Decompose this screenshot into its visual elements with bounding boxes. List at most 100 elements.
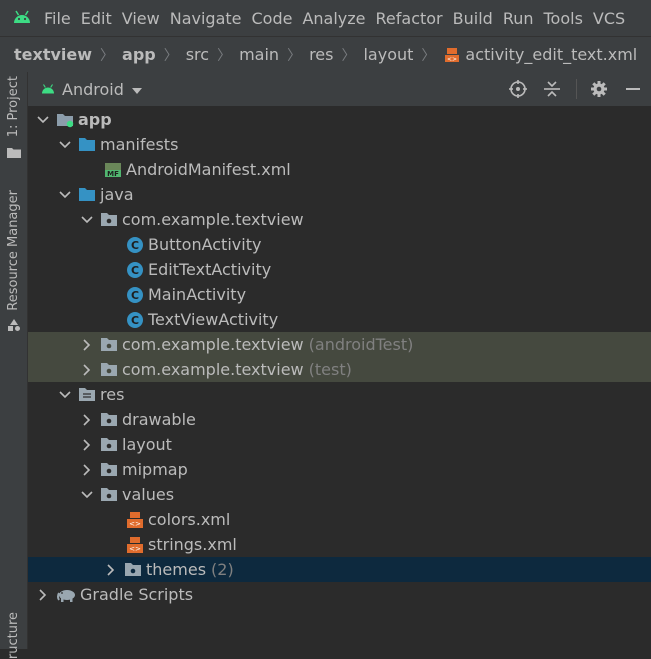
chevron-right-icon[interactable] xyxy=(104,563,118,577)
chevron-right-icon[interactable] xyxy=(80,463,94,477)
breadcrumb-project[interactable]: textview xyxy=(14,45,92,64)
svg-text:<>: <> xyxy=(129,520,141,528)
xml-file-icon: <> xyxy=(126,511,144,529)
tree-node-package-main[interactable]: com.example.textview xyxy=(28,207,651,232)
chevron-down-icon[interactable] xyxy=(58,138,72,152)
tree-node-drawable[interactable]: drawable xyxy=(28,407,651,432)
tree-node-colors-xml[interactable]: <> colors.xml xyxy=(28,507,651,532)
chevron-right-icon[interactable] xyxy=(36,588,50,602)
tree-node-values[interactable]: values xyxy=(28,482,651,507)
tree-node-class[interactable]: C TextViewActivity xyxy=(28,307,651,332)
chevron-down-icon[interactable] xyxy=(36,113,50,127)
svg-text:<>: <> xyxy=(447,56,457,63)
project-tree: app manifests MF AndroidManifest.xml jav… xyxy=(28,107,651,607)
breadcrumb-src[interactable]: src xyxy=(186,45,209,64)
breadcrumb-main[interactable]: main xyxy=(239,45,279,64)
tree-node-gradle-scripts[interactable]: Gradle Scripts xyxy=(28,582,651,607)
chevron-right-icon[interactable] xyxy=(80,363,94,377)
tree-label: com.example.textview xyxy=(122,360,304,379)
dropdown-arrow-icon[interactable] xyxy=(131,80,142,99)
menu-tools[interactable]: Tools xyxy=(544,9,583,28)
breadcrumb-res[interactable]: res xyxy=(309,45,333,64)
gear-icon[interactable] xyxy=(589,79,609,99)
tree-node-mipmap[interactable]: mipmap xyxy=(28,457,651,482)
chevron-down-icon[interactable] xyxy=(58,188,72,202)
class-icon: C xyxy=(126,236,144,254)
tree-node-app[interactable]: app xyxy=(28,107,651,132)
chevron-down-icon[interactable] xyxy=(80,213,94,227)
package-folder-icon xyxy=(100,211,118,229)
menu-build[interactable]: Build xyxy=(453,9,493,28)
project-tool-tab[interactable]: 1: Project xyxy=(0,76,27,162)
locate-target-icon[interactable] xyxy=(508,79,528,99)
project-tab-label: 1: Project xyxy=(6,76,21,138)
chevron-right-icon: 〉 xyxy=(217,47,232,64)
breadcrumb-module[interactable]: app xyxy=(122,45,156,64)
android-logo-icon xyxy=(12,9,30,27)
structure-tab[interactable]: ructure xyxy=(0,612,27,659)
menu-code[interactable]: Code xyxy=(252,9,293,28)
tree-node-layout[interactable]: layout xyxy=(28,432,651,457)
menu-refactor[interactable]: Refactor xyxy=(376,9,443,28)
tree-label: java xyxy=(100,185,134,204)
tree-label: manifests xyxy=(100,135,179,154)
tree-label: layout xyxy=(122,435,172,454)
tree-node-package-test[interactable]: com.example.textview (test) xyxy=(28,357,651,382)
collapse-all-icon[interactable] xyxy=(542,79,562,99)
tree-node-strings-xml[interactable]: <> strings.xml xyxy=(28,532,651,557)
class-icon: C xyxy=(126,286,144,304)
chevron-right-icon: 〉 xyxy=(341,47,356,64)
chevron-right-icon[interactable] xyxy=(80,438,94,452)
tree-node-manifests[interactable]: manifests xyxy=(28,132,651,157)
breadcrumb: textview 〉 app 〉 src 〉 main 〉 res 〉 layout 〉 <… xyxy=(0,36,651,72)
tree-label: strings.xml xyxy=(148,535,237,554)
tree-label: drawable xyxy=(122,410,196,429)
tree-node-package-android-test[interactable]: com.example.textview (androidTest) xyxy=(28,332,651,357)
svg-text:C: C xyxy=(131,289,139,302)
chevron-right-icon: 〉 xyxy=(163,47,178,64)
menu-vcs[interactable]: VCS xyxy=(593,9,625,28)
tree-node-themes[interactable]: themes (2) xyxy=(28,557,651,582)
tree-label: themes xyxy=(146,560,207,579)
tree-label: app xyxy=(78,110,112,129)
tree-node-java[interactable]: java xyxy=(28,182,651,207)
menu-edit[interactable]: Edit xyxy=(81,9,112,28)
tree-node-class[interactable]: C MainActivity xyxy=(28,282,651,307)
tree-node-class[interactable]: C EditTextActivity xyxy=(28,257,651,282)
menu-view[interactable]: View xyxy=(122,9,160,28)
menu-analyze[interactable]: Analyze xyxy=(302,9,365,28)
menu-file[interactable]: File xyxy=(44,9,71,28)
chevron-right-icon[interactable] xyxy=(80,413,94,427)
breadcrumb-layout[interactable]: layout xyxy=(363,45,413,64)
tree-label: Gradle Scripts xyxy=(80,585,194,604)
tree-label: TextViewActivity xyxy=(148,310,279,329)
chevron-down-icon[interactable] xyxy=(58,388,72,402)
tree-label: values xyxy=(122,485,175,504)
package-folder-icon xyxy=(100,436,118,454)
menu-bar: File Edit View Navigate Code Analyze Ref… xyxy=(0,0,651,36)
android-view-icon xyxy=(40,80,56,99)
chevron-down-icon[interactable] xyxy=(80,488,94,502)
resource-manager-tab[interactable]: Resource Manager xyxy=(0,190,27,336)
view-selector[interactable]: Android xyxy=(62,80,124,99)
chevron-right-icon: 〉 xyxy=(100,47,115,64)
chevron-right-icon[interactable] xyxy=(80,338,94,352)
xml-layout-icon: <> xyxy=(443,46,461,64)
package-folder-icon xyxy=(100,411,118,429)
tree-label: res xyxy=(100,385,125,404)
menu-navigate[interactable]: Navigate xyxy=(170,9,242,28)
menu-run[interactable]: Run xyxy=(503,9,534,28)
tree-node-class[interactable]: C ButtonActivity xyxy=(28,232,651,257)
breadcrumb-file[interactable]: activity_edit_text.xml xyxy=(465,45,637,64)
gradle-elephant-icon xyxy=(56,586,76,604)
shapes-icon xyxy=(7,317,21,336)
tree-node-android-manifest[interactable]: MF AndroidManifest.xml xyxy=(28,157,651,182)
tree-node-res[interactable]: res xyxy=(28,382,651,407)
header-divider xyxy=(576,79,577,99)
structure-tab-label: ructure xyxy=(6,612,21,659)
package-folder-icon xyxy=(100,486,118,504)
svg-text:MF: MF xyxy=(107,170,119,178)
package-folder-icon xyxy=(100,361,118,379)
minimize-icon[interactable] xyxy=(623,79,643,99)
package-folder-icon xyxy=(100,336,118,354)
